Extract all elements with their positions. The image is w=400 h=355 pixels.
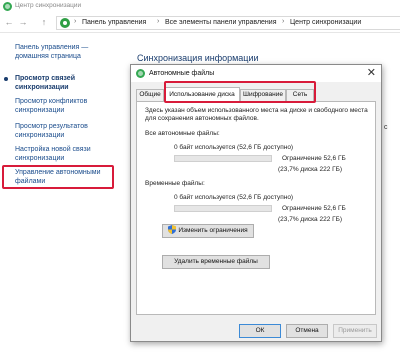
sidebar-item-view-conflicts[interactable]: Просмотр конфликтов синхронизации: [15, 97, 123, 115]
breadcrumb[interactable]: › Панель управления › Все элементы панел…: [56, 16, 400, 30]
all-files-limit: Ограничение 52,6 ГБ: [282, 155, 346, 162]
highlight-box-offline-files: [2, 165, 114, 189]
forward-arrow-icon[interactable]: →: [17, 17, 29, 28]
tab-general[interactable]: Общие: [136, 89, 164, 101]
breadcrumb-separator: ›: [282, 18, 285, 25]
description-text: Здесь указан объем использованного места…: [145, 107, 368, 122]
offline-files-icon: [136, 69, 145, 78]
sidebar-item-view-partnerships[interactable]: Просмотр связей синхронизации: [15, 74, 123, 92]
window-title: Центр синхронизации: [15, 2, 82, 9]
all-files-used: 0 байт используется (52,6 ГБ доступно): [174, 144, 294, 151]
up-arrow-icon[interactable]: ↑: [38, 17, 50, 28]
change-limits-button[interactable]: Изменить ограничения: [162, 224, 254, 238]
page-title: Синхронизация информации: [137, 53, 259, 63]
breadcrumb-separator: ›: [74, 18, 77, 25]
highlight-box-tabs: [164, 81, 316, 103]
close-icon[interactable]: ✕: [367, 66, 376, 80]
breadcrumb-all-items[interactable]: Все элементы панели управления: [165, 19, 276, 26]
navigation-bar: ← → ↑ › Панель управления › Все элементы…: [0, 13, 400, 33]
back-arrow-icon[interactable]: ←: [3, 17, 15, 28]
temp-files-percent: (23,7% диска 222 ГБ): [278, 216, 343, 223]
temp-files-progress-bar: [174, 205, 272, 212]
cancel-button[interactable]: Отмена: [286, 324, 328, 338]
delete-temp-files-button[interactable]: Удалить временные файлы: [162, 255, 270, 269]
disk-usage-panel: Здесь указан объем использованного места…: [136, 101, 376, 315]
temp-files-used: 0 байт используется (52,6 ГБ доступно): [174, 194, 294, 201]
sidebar-item-new-partnership[interactable]: Настройка новой связи синхронизации: [15, 145, 123, 163]
temp-files-label: Временные файлы:: [145, 180, 205, 187]
temp-files-limit: Ограничение 52,6 ГБ: [282, 205, 346, 212]
ok-button[interactable]: ОК: [239, 324, 281, 338]
apply-button[interactable]: Применить: [333, 324, 377, 338]
all-files-percent: (23,7% диска 222 ГБ): [278, 166, 343, 173]
breadcrumb-sync-center[interactable]: Центр синхронизации: [290, 19, 361, 26]
sync-center-icon: [3, 2, 12, 11]
dialog-title: Автономные файлы: [149, 70, 215, 77]
sidebar-item-control-panel-home[interactable]: Панель управления — домашняя страница: [15, 43, 123, 61]
background-text: с: [384, 124, 388, 131]
shield-icon: [168, 225, 177, 234]
window-titlebar: Центр синхронизации: [0, 0, 400, 13]
dialog-titlebar: Автономные файлы ✕: [131, 65, 381, 82]
sidebar-item-view-results[interactable]: Просмотр результатов синхронизации: [15, 122, 123, 140]
control-panel-icon: [60, 18, 70, 28]
all-files-label: Все автономные файлы:: [145, 130, 220, 137]
change-limits-label: Изменить ограничения: [178, 227, 248, 234]
current-page-bullet: [4, 77, 8, 81]
breadcrumb-separator: ›: [157, 18, 160, 25]
offline-files-dialog: Автономные файлы ✕ Общие Использование д…: [130, 64, 382, 342]
all-files-progress-bar: [174, 155, 272, 162]
breadcrumb-control-panel[interactable]: Панель управления: [82, 19, 146, 26]
